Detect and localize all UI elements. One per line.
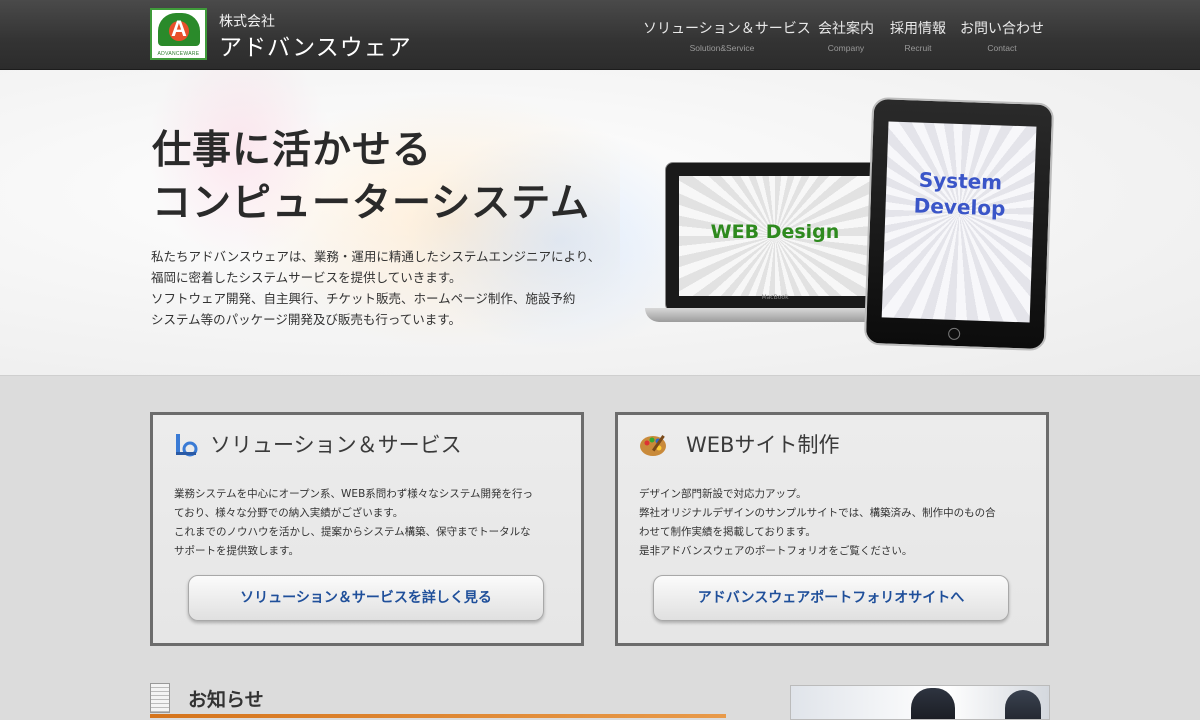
hero-section: 仕事に活かせる コンピューターシステム 私たちアドバンスウェアは、業務・運用に精… (0, 70, 1200, 376)
tablet-caption-line: Develop (913, 193, 1006, 221)
laptop-illustration: WEB Design (665, 162, 885, 312)
nav-item-company[interactable]: 会社案内 Company (816, 18, 876, 53)
card-title: WEBサイト制作 (686, 433, 840, 457)
nav-item-recruit[interactable]: 採用情報 Recruit (888, 18, 948, 53)
solution-card: ソリューション＆サービス 業務システムを中心にオープン系、WEB系問わず様々なシ… (150, 412, 584, 646)
tablet-display: System Develop (881, 121, 1037, 323)
hero-desc-line: システム等のパッケージ開発及び販売も行っています。 (151, 312, 462, 327)
news-divider (150, 714, 726, 718)
main-nav: ソリューション＆サービス Solution&Service 会社案内 Compa… (0, 18, 1200, 58)
card-desc-line: 業務システムを中心にオープン系、WEB系問わず様々なシステム開発を行っ (174, 488, 533, 500)
card-desc-line: ており、様々な分野での納入実績がございます。 (174, 507, 404, 519)
card-desc-line: 是非アドバンスウェアのポートフォリオをご覧ください。 (639, 545, 913, 557)
banner-person-image (1005, 690, 1041, 719)
hero-title-line: コンピューターシステム (152, 181, 591, 226)
hero-description: 私たちアドバンスウェアは、業務・運用に精通したシステムエンジニアにより、 福岡に… (151, 246, 600, 330)
nav-sublabel: Solution&Service (689, 43, 755, 53)
tablet-illustration: System Develop (863, 96, 1055, 352)
card-desc-line: 弊社オリジナルデザインのサンプルサイトでは、構築済み、制作中のもの合 (639, 507, 996, 519)
card-desc-line: デザイン部門新設で対応力アップ。 (639, 488, 807, 500)
news-heading: お知らせ (188, 689, 264, 711)
nav-label: 会社案内 (818, 21, 874, 37)
nav-sublabel: Contact (987, 43, 1017, 53)
web-design-card: WEBサイト制作 デザイン部門新設で対応力アップ。 弊社オリジナルデザインのサン… (615, 412, 1049, 646)
laptop-caption: WEB Design (710, 221, 840, 243)
card-description: 業務システムを中心にオープン系、WEB系問わず様々なシステム開発を行っ ており、… (174, 485, 533, 561)
card-title: ソリューション＆サービス (210, 433, 462, 457)
card-desc-line: わせて制作実績を掲載しております。 (639, 526, 816, 538)
banner-person-image (911, 688, 955, 719)
card-description: デザイン部門新設で対応力アップ。 弊社オリジナルデザインのサンプルサイトでは、構… (639, 485, 996, 561)
card-desc-line: サポートを提供致します。 (174, 545, 299, 557)
hero-desc-line: 福岡に密着したシステムサービスを提供していきます。 (151, 270, 462, 285)
tablet-home-button (947, 327, 961, 341)
laptop-display: WEB Design (679, 176, 871, 296)
nav-label: ソリューション＆サービス (643, 21, 811, 37)
hero-title-line: 仕事に活かせる (152, 128, 433, 173)
hero-title: 仕事に活かせる コンピューターシステム (152, 124, 590, 230)
site-header: A ADVANCEWARE 株式会社 アドバンスウェア ソリューション＆サービス… (0, 0, 1200, 70)
nav-item-contact[interactable]: お問い合わせ Contact (960, 18, 1044, 53)
hero-desc-line: ソフトウェア開発、自主興行、チケット販売、ホームページ制作、施設予約 (151, 291, 576, 306)
nav-sublabel: Company (827, 43, 865, 53)
nav-sublabel: Recruit (904, 43, 932, 53)
paint-palette-icon (640, 435, 666, 456)
card-desc-line: これまでのノウハウを活かし、提案からシステム構築、保守までトータルな (174, 526, 531, 538)
hero-desc-line: 私たちアドバンスウェアは、業務・運用に精通したシステムエンジニアにより、 (151, 249, 601, 264)
tablet-caption: System Develop (885, 165, 1035, 222)
solution-details-button[interactable]: ソリューション＆サービスを詳しく見る (188, 575, 544, 621)
nav-label: お問い合わせ (960, 21, 1044, 37)
portfolio-site-button[interactable]: アドバンスウェアポートフォリオサイトへ (653, 575, 1009, 621)
recruit-banner[interactable] (790, 685, 1050, 720)
document-pen-icon (176, 434, 198, 457)
nav-label: 採用情報 (890, 21, 946, 37)
nav-item-solution[interactable]: ソリューション＆サービス Solution&Service (643, 18, 811, 53)
news-document-icon (150, 683, 170, 713)
